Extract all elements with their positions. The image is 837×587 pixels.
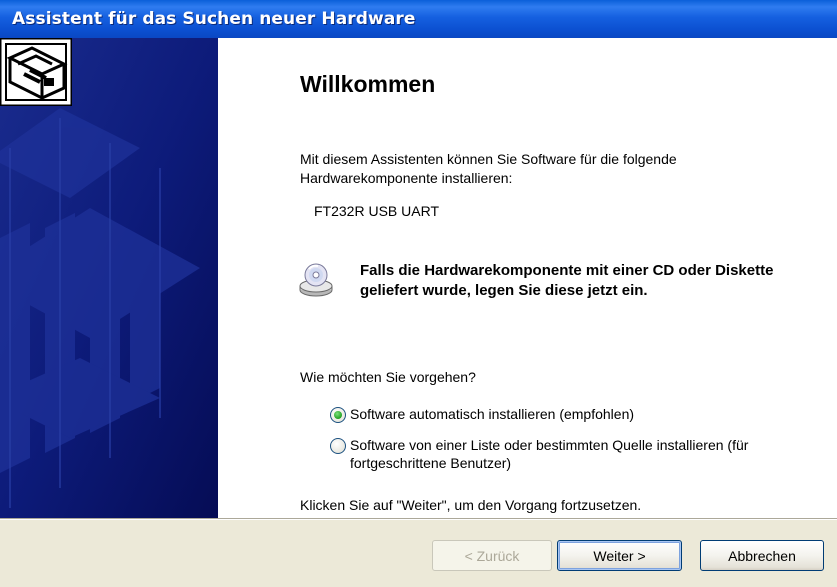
cd-drive-icon <box>299 263 333 297</box>
window-title: Assistent für das Suchen neuer Hardware <box>12 9 416 29</box>
wizard-banner <box>0 38 218 518</box>
cancel-button[interactable]: Abbrechen <box>700 540 824 571</box>
cd-instruction: Falls die Hardwarekomponente mit einer C… <box>360 262 774 299</box>
intro-text: Mit diesem Assistenten können Sie Softwa… <box>300 151 677 186</box>
option-auto-install[interactable]: Software automatisch installieren (empfo… <box>330 405 634 423</box>
page-title: Willkommen <box>300 71 436 97</box>
option-manual-install[interactable]: Software von einer Liste oder bestimmten… <box>330 436 800 472</box>
option-auto-install-label: Software automatisch installieren (empfo… <box>350 406 635 422</box>
radio-manual-install[interactable] <box>330 438 346 454</box>
wizard-banner-graphic <box>0 38 218 518</box>
next-button[interactable]: Weiter > <box>557 540 682 571</box>
wizard-content: Willkommen Mit diesem Assistenten können… <box>218 38 837 518</box>
back-button[interactable]: < Zurück <box>432 540 552 571</box>
continue-instruction: Klicken Sie auf "Weiter", um den Vorgang… <box>300 497 642 513</box>
device-name: FT232R USB UART <box>314 203 439 219</box>
option-manual-install-label: Software von einer Liste oder bestimmten… <box>350 437 749 471</box>
title-bar[interactable]: Assistent für das Suchen neuer Hardware <box>0 0 837 38</box>
install-question: Wie möchten Sie vorgehen? <box>300 369 476 385</box>
button-bar: < Zurück Weiter > Abbrechen <box>0 518 837 587</box>
radio-auto-install[interactable] <box>330 407 346 423</box>
separator <box>0 518 837 520</box>
hardware-wizard-icon <box>0 38 72 106</box>
